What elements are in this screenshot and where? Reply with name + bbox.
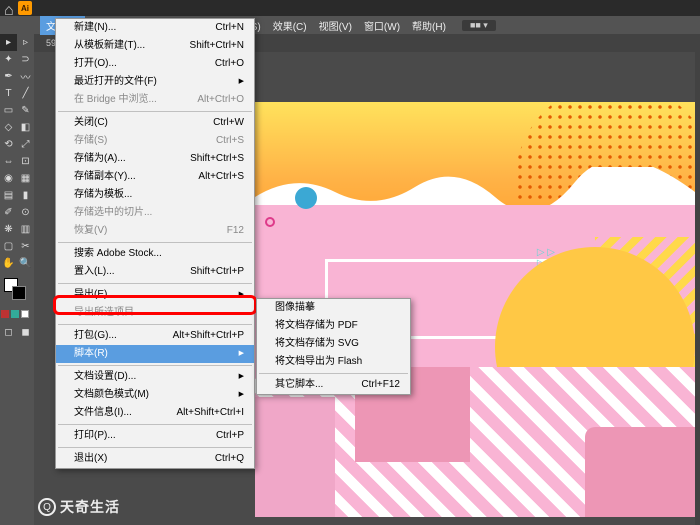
titlebar: ⌂ Ai (0, 0, 700, 16)
menu-item[interactable]: 新建(N)...Ctrl+N (56, 19, 254, 37)
file-menu-dropdown: 新建(N)...Ctrl+N从模板新建(T)...Shift+Ctrl+N打开(… (55, 18, 255, 469)
lasso-tool[interactable]: ⊃ (17, 51, 34, 68)
menu-item: 导出所选项目... (56, 304, 254, 322)
menu-item: 存储选中的切片... (56, 204, 254, 222)
perspective-grid-tool[interactable]: ▦ (17, 170, 34, 187)
menu-item[interactable]: 打印(P)...Ctrl+P (56, 427, 254, 445)
rectangle-tool[interactable]: ▭ (0, 102, 17, 119)
direct-selection-tool[interactable]: ▹ (17, 34, 34, 51)
app-window: ⌂ Ai 文件(F) 编辑(E) 对象(O) 文字(T) 选择(S) 效果(C)… (0, 0, 700, 525)
scale-tool[interactable]: ⤢ (17, 136, 34, 153)
eraser-tool[interactable]: ◧ (17, 119, 34, 136)
swatch-color[interactable] (1, 310, 9, 318)
pink-box-left (255, 397, 335, 517)
submenu-item[interactable]: 图像描摹 (257, 299, 410, 317)
magic-wand-tool[interactable]: ✦ (0, 51, 17, 68)
menu-item[interactable]: 脚本(R)▶ (56, 345, 254, 363)
menu-item[interactable]: 退出(X)Ctrl+Q (56, 450, 254, 468)
submenu-item[interactable]: 将文档导出为 Flash (257, 353, 410, 371)
menu-item[interactable]: 打开(O)...Ctrl+O (56, 55, 254, 73)
toolbox: ▸▹ ✦⊃ ✒〰 T╱ ▭✎ ◇◧ ⟲⤢ ⇔⊡ ◉▦ ▤▮ ✐⊙ ❋▥ ▢✂ ✋… (0, 34, 34, 525)
menu-window[interactable]: 窗口(W) (358, 16, 406, 35)
menu-item[interactable]: 导出(E)▶ (56, 286, 254, 304)
swatch-none[interactable] (21, 310, 29, 318)
type-tool[interactable]: T (0, 85, 17, 102)
menu-view[interactable]: 视图(V) (313, 16, 358, 35)
menu-item[interactable]: 关闭(C)Ctrl+W (56, 114, 254, 132)
zoom-tool[interactable]: 🔍 (17, 255, 34, 272)
pink-box-right (585, 427, 695, 517)
right-panel-collapsed[interactable] (695, 34, 700, 525)
screen-mode-normal[interactable]: ◻ (0, 324, 17, 341)
art-row-1 (255, 102, 695, 237)
menu-item[interactable]: 最近打开的文件(F)▶ (56, 73, 254, 91)
slice-tool[interactable]: ✂ (17, 238, 34, 255)
symbol-sprayer-tool[interactable]: ❋ (0, 221, 17, 238)
free-transform-tool[interactable]: ⊡ (17, 153, 34, 170)
menu-effect[interactable]: 效果(C) (267, 16, 313, 35)
menu-item[interactable]: 从模板新建(T)...Shift+Ctrl+N (56, 37, 254, 55)
color-swatches[interactable] (0, 276, 34, 306)
shaper-tool[interactable]: ◇ (0, 119, 17, 136)
menu-item[interactable]: 文档设置(D)...▶ (56, 368, 254, 386)
menu-item[interactable]: 文件信息(I)...Alt+Shift+Ctrl+I (56, 404, 254, 422)
curvature-tool[interactable]: 〰 (17, 68, 34, 85)
workspace-switcher[interactable]: ■■ ▾ (462, 20, 496, 31)
screen-mode-full[interactable]: ◼ (17, 324, 34, 341)
canvas-area[interactable]: ▷ ▷▷ (255, 52, 695, 525)
blend-tool[interactable]: ⊙ (17, 204, 34, 221)
mesh-tool[interactable]: ▤ (0, 187, 17, 204)
script-submenu: 图像描摹将文档存储为 PDF将文档存储为 SVG将文档导出为 Flash 其它脚本… (256, 298, 411, 395)
circle-fill-icon (295, 187, 317, 209)
app-badge: Ai (18, 1, 32, 15)
watermark-logo-icon: Q (38, 498, 56, 516)
line-tool[interactable]: ╱ (17, 85, 34, 102)
artboard-tool[interactable]: ▢ (0, 238, 17, 255)
mini-swatches (0, 308, 34, 320)
background-color[interactable] (12, 286, 26, 300)
menu-item[interactable]: 打包(G)...Alt+Shift+Ctrl+P (56, 327, 254, 345)
column-graph-tool[interactable]: ▥ (17, 221, 34, 238)
pink-strip (255, 205, 695, 237)
home-icon[interactable]: ⌂ (4, 2, 16, 14)
menu-item[interactable]: 搜索 Adobe Stock... (56, 245, 254, 263)
menu-item[interactable]: 文档颜色模式(M)▶ (56, 386, 254, 404)
menu-help[interactable]: 帮助(H) (406, 16, 452, 35)
circle-outline-icon (265, 217, 275, 227)
gradient-tool[interactable]: ▮ (17, 187, 34, 204)
pen-tool[interactable]: ✒ (0, 68, 17, 85)
submenu-item[interactable]: 其它脚本...Ctrl+F12 (257, 376, 410, 394)
width-tool[interactable]: ⇔ (0, 153, 17, 170)
rotate-tool[interactable]: ⟲ (0, 136, 17, 153)
menu-item: 在 Bridge 中浏览...Alt+Ctrl+O (56, 91, 254, 109)
paintbrush-tool[interactable]: ✎ (17, 102, 34, 119)
menu-item[interactable]: 置入(L)...Shift+Ctrl+P (56, 263, 254, 281)
menu-item[interactable]: 存储副本(Y)...Alt+Ctrl+S (56, 168, 254, 186)
selection-tool[interactable]: ▸ (0, 34, 17, 51)
menu-item: 存储(S)Ctrl+S (56, 132, 254, 150)
submenu-item[interactable]: 将文档存储为 PDF (257, 317, 410, 335)
menu-item[interactable]: 存储为模板... (56, 186, 254, 204)
watermark-text: 天奇生活 (60, 497, 120, 517)
eyedropper-tool[interactable]: ✐ (0, 204, 17, 221)
swatch-gradient[interactable] (11, 310, 19, 318)
menu-item[interactable]: 存储为(A)...Shift+Ctrl+S (56, 150, 254, 168)
watermark: Q 天奇生活 (38, 497, 120, 517)
shape-builder-tool[interactable]: ◉ (0, 170, 17, 187)
hand-tool[interactable]: ✋ (0, 255, 17, 272)
menu-item: 恢复(V)F12 (56, 222, 254, 240)
submenu-item[interactable]: 将文档存储为 SVG (257, 335, 410, 353)
